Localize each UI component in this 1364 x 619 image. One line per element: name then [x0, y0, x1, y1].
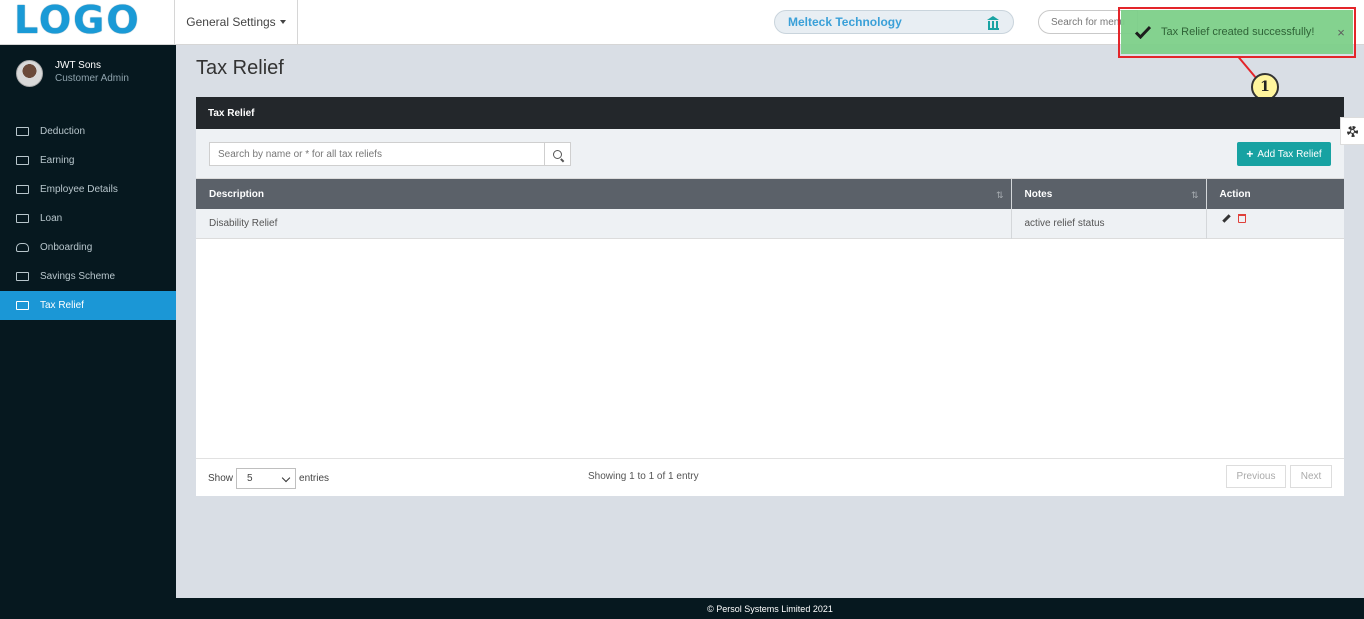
- pagination: Previous Next: [1226, 465, 1332, 488]
- money-icon: [16, 156, 29, 165]
- sidebar-item-earning[interactable]: Earning: [0, 146, 176, 175]
- sidebar-item-label: Deduction: [40, 126, 86, 137]
- table-footer: Show 5 entries Showing 1 to 1 of 1 entry…: [196, 458, 1344, 496]
- sidebar-item-tax-relief[interactable]: Tax Relief: [0, 291, 176, 320]
- sidebar-item-deduction[interactable]: Deduction: [0, 117, 176, 146]
- sidebar-item-label: Loan: [40, 213, 63, 224]
- panel-toolbar: Search by name or * for all tax reliefs …: [196, 129, 1344, 179]
- entries-label: entries: [299, 473, 330, 484]
- column-label: Action: [1219, 188, 1251, 200]
- tax-relief-table: Description ⇅ Notes ⇅ Action Disability …: [196, 179, 1344, 239]
- money-icon: [16, 272, 29, 281]
- search-icon: [553, 149, 562, 159]
- previous-button[interactable]: Previous: [1226, 465, 1286, 488]
- sidebar-item-savings-scheme[interactable]: Savings Scheme: [0, 262, 176, 291]
- cell-notes: active relief status: [1011, 209, 1207, 238]
- add-tax-relief-button[interactable]: + Add Tax Relief: [1237, 142, 1331, 166]
- sidebar-item-onboarding[interactable]: Onboarding: [0, 233, 176, 262]
- sidebar-item-employee-details[interactable]: Employee Details: [0, 175, 176, 204]
- add-button-label: Add Tax Relief: [1257, 148, 1322, 160]
- sort-icon: ⇅: [1190, 190, 1198, 200]
- user-profile[interactable]: JWT Sons Customer Admin: [16, 60, 129, 87]
- general-settings-menu[interactable]: General Settings: [174, 0, 298, 45]
- money-icon: [16, 214, 29, 223]
- cell-action: [1206, 209, 1344, 238]
- sidebar-item-label: Savings Scheme: [40, 271, 116, 282]
- next-button[interactable]: Next: [1290, 465, 1332, 488]
- edit-icon[interactable]: [1220, 213, 1230, 223]
- sidebar-item-loan[interactable]: Loan: [0, 204, 176, 233]
- column-header-description[interactable]: Description ⇅: [196, 179, 1012, 209]
- sidebar-item-label: Employee Details: [40, 184, 118, 195]
- caret-down-icon: [279, 20, 286, 24]
- chevron-down-icon: [281, 473, 291, 483]
- gear-icon: [1347, 125, 1358, 137]
- column-label: Notes: [1024, 188, 1053, 200]
- column-header-action: Action: [1206, 179, 1344, 209]
- user-role: Customer Admin: [55, 73, 129, 84]
- settings-tab[interactable]: [1340, 117, 1364, 145]
- money-icon: [16, 301, 29, 310]
- show-label: Show: [208, 473, 234, 484]
- general-settings-label: General Settings: [186, 15, 276, 29]
- minus-square-icon: [16, 127, 29, 136]
- avatar: [16, 60, 43, 87]
- sidebar-item-label: Earning: [40, 155, 75, 166]
- cell-description: Disability Relief: [196, 209, 1012, 238]
- sidebar-nav: Deduction Earning Employee Details Loan …: [0, 117, 176, 320]
- footer: © Persol Systems Limited 2021: [176, 598, 1364, 619]
- page-size-value: 5: [247, 473, 253, 484]
- column-header-notes[interactable]: Notes ⇅: [1011, 179, 1207, 209]
- user-name: JWT Sons: [55, 60, 101, 71]
- tax-relief-panel: Tax Relief Search by name or * for all t…: [196, 97, 1344, 496]
- entries-info: Showing 1 to 1 of 1 entry: [588, 471, 699, 482]
- search-input[interactable]: Search by name or * for all tax reliefs: [209, 142, 545, 166]
- table-row: Disability Relief active relief status: [196, 209, 1344, 238]
- sidebar-item-label: Tax Relief: [40, 300, 84, 311]
- delete-icon[interactable]: [1237, 213, 1246, 223]
- toast-highlight-box: [1118, 7, 1356, 58]
- cloud-upload-icon: [16, 243, 29, 252]
- company-selector[interactable]: Melteck Technology: [774, 10, 1014, 34]
- panel-title: Tax Relief: [196, 97, 1344, 129]
- page-size-select[interactable]: 5: [236, 468, 297, 489]
- page-title: Tax Relief: [196, 57, 284, 79]
- sidebar-item-label: Onboarding: [40, 242, 93, 253]
- plus-icon: +: [1246, 147, 1254, 161]
- column-label: Description: [209, 188, 265, 200]
- sort-icon: ⇅: [995, 190, 1003, 200]
- logo[interactable]: LOGO: [14, 0, 141, 42]
- sidebar: JWT Sons Customer Admin Deduction Earnin…: [0, 45, 176, 619]
- id-card-icon: [16, 185, 29, 194]
- search-button[interactable]: [545, 142, 571, 166]
- company-name: Melteck Technology: [788, 15, 902, 29]
- bank-icon: [987, 16, 1000, 30]
